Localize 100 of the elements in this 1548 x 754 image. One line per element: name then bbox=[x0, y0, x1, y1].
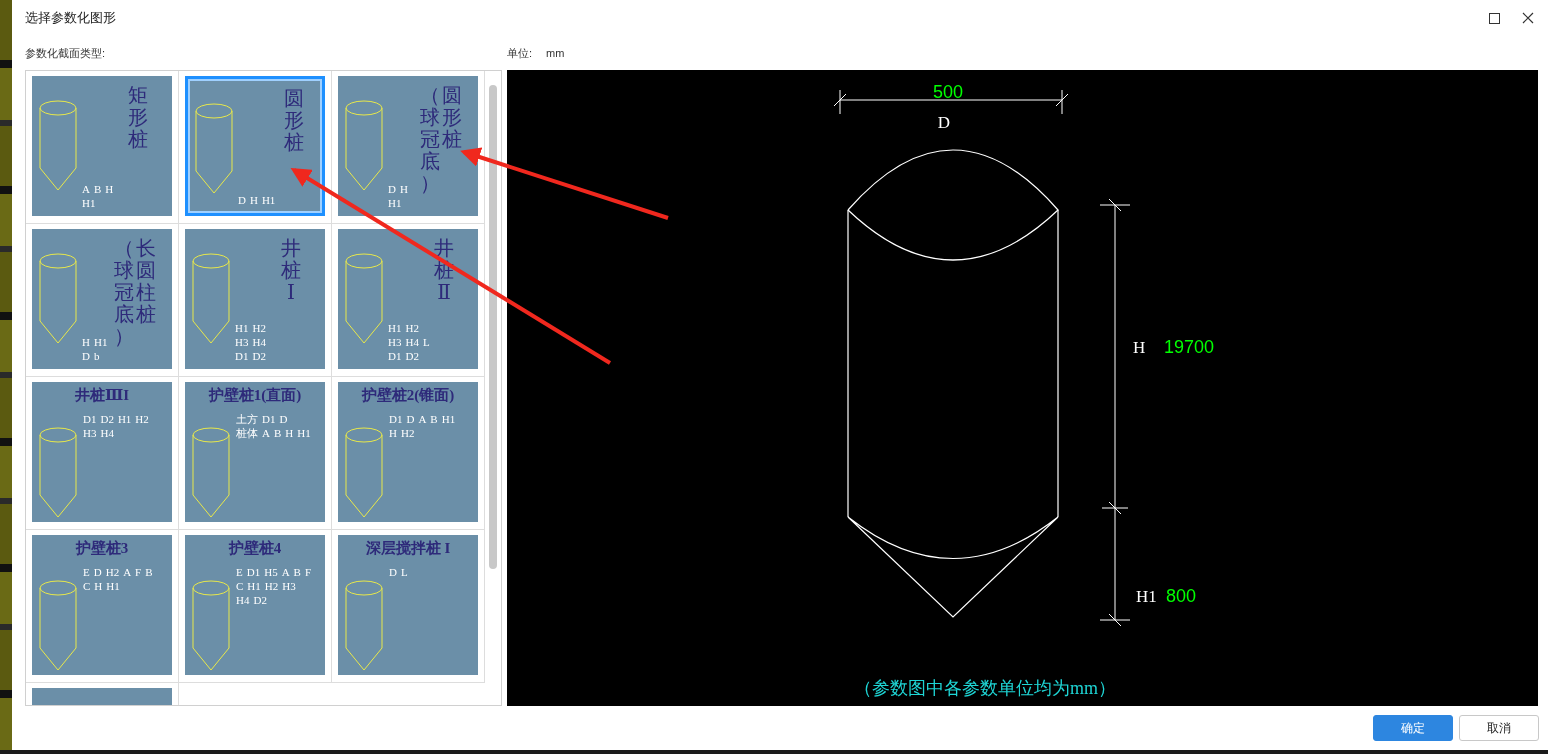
dimension-label: H1 bbox=[235, 322, 249, 335]
dimension-label: D1 bbox=[262, 413, 276, 426]
dimension-label: H4 bbox=[236, 594, 250, 607]
dimension-label: H bbox=[94, 580, 103, 593]
tile-title: 护壁桩1(直面) bbox=[207, 386, 303, 405]
dimension-label: H bbox=[82, 336, 90, 349]
tile-title: 圆形桩 bbox=[284, 87, 304, 153]
dimension-label: H2 bbox=[405, 322, 419, 335]
dimension-label: H4 bbox=[252, 336, 266, 349]
dimension-label: F bbox=[304, 566, 312, 579]
dimension-label: B bbox=[293, 566, 301, 579]
pile-type-tile[interactable]: H H1 D b （球冠底） 长圆柱桩 bbox=[32, 229, 172, 369]
dimension-label: H3 bbox=[235, 336, 249, 349]
pile-type-tile[interactable]: 护壁桩4 E D1 H5 A B F C H1 H2 H3 H4 D2 bbox=[185, 535, 325, 675]
dimension-label: H1 bbox=[106, 580, 120, 593]
dimension-label: B bbox=[273, 427, 282, 440]
width-label: D bbox=[937, 113, 951, 132]
tile-title: 圆形桩 bbox=[442, 84, 462, 150]
pile-type-tile[interactable]: 井桩ⅢI D1 D2 H1 H2 H3 H4 bbox=[32, 382, 172, 522]
confirm-button[interactable]: 确定 bbox=[1373, 715, 1453, 741]
unit-label: 单位: bbox=[507, 45, 533, 61]
dimension-label: D1 bbox=[83, 413, 97, 426]
dimension-label: H bbox=[249, 194, 258, 207]
dimension-label: A bbox=[281, 566, 290, 579]
dimension-label: H bbox=[399, 183, 408, 196]
dimension-label: D bbox=[279, 413, 288, 426]
dimension-label: H1 bbox=[388, 322, 402, 335]
tile-title: 矩形桩 bbox=[128, 84, 148, 150]
pile-type-tile[interactable]: A B H H1 矩形桩 bbox=[32, 76, 172, 216]
dimension-label: D1 bbox=[246, 566, 261, 579]
dimension-label: H1 bbox=[117, 413, 132, 426]
dimension-label: A bbox=[262, 427, 270, 440]
dimension-label: L bbox=[422, 336, 430, 349]
dimension-label: D bbox=[388, 183, 396, 196]
tile-note: （球冠底） bbox=[420, 84, 440, 194]
dimension-label: H3 bbox=[83, 427, 97, 440]
maximize-icon bbox=[1489, 12, 1500, 24]
dimension-label: H3 bbox=[388, 336, 402, 349]
tile-title: 护壁桩4 bbox=[227, 539, 283, 558]
dimension-label: D1 bbox=[389, 413, 403, 426]
dimension-label: E bbox=[83, 566, 90, 579]
dimension-label: D2 bbox=[405, 350, 419, 363]
window-title: 选择参数化图形 bbox=[25, 9, 117, 27]
dimension-label: 土方 bbox=[236, 413, 258, 426]
dimension-label: D2 bbox=[252, 350, 266, 363]
tile-title: 井桩Ⅰ bbox=[281, 237, 301, 303]
tile-title: 长圆柱桩 bbox=[136, 237, 156, 325]
dimension-label: A bbox=[82, 183, 90, 196]
dimension-label: A bbox=[123, 566, 132, 579]
dimension-label: H2 bbox=[105, 566, 120, 579]
cancel-button[interactable]: 取消 bbox=[1459, 715, 1539, 741]
dimension-label: H2 bbox=[135, 413, 149, 426]
dimension-label: H2 bbox=[264, 580, 279, 593]
dimension-label: 桩体 bbox=[236, 427, 258, 440]
close-icon bbox=[1522, 12, 1534, 24]
dimension-label: B bbox=[430, 413, 438, 426]
dimension-label: H1 bbox=[261, 194, 276, 207]
dimension-label: H2 bbox=[252, 322, 266, 335]
dimension-label: H1 bbox=[93, 336, 108, 349]
dimension-label: H3 bbox=[282, 580, 296, 593]
tile-note: （球冠底） bbox=[114, 237, 134, 347]
dimension-label: H1 bbox=[82, 197, 96, 210]
width-value: 500 bbox=[933, 82, 963, 102]
dimension-label: B bbox=[145, 566, 153, 579]
tip-height-label: H1 bbox=[1136, 587, 1157, 606]
dimension-label: D bbox=[406, 413, 415, 426]
pile-type-tile[interactable]: 护壁桩2(锥面) D1 D A B H1 H H2 bbox=[338, 382, 478, 522]
pile-type-tile[interactable]: 护壁桩3 E D H2 A F B C H H1 bbox=[32, 535, 172, 675]
dimension-label: C bbox=[83, 580, 91, 593]
tile-title: 护壁桩2(锥面) bbox=[360, 386, 456, 405]
dimension-label: E bbox=[236, 566, 243, 579]
unit-caption: （参数图中各参数单位均为mm） bbox=[854, 678, 1116, 698]
dimension-label: H1 bbox=[388, 197, 402, 210]
dimension-label: A bbox=[418, 413, 427, 426]
dimension-label: D2 bbox=[253, 594, 267, 607]
dimension-label: H2 bbox=[400, 427, 415, 440]
dimension-label: H1 bbox=[441, 413, 456, 426]
dimension-label: D bbox=[82, 350, 90, 363]
dimension-label: B bbox=[93, 183, 102, 196]
tile-title: 井桩ⅢI bbox=[73, 386, 131, 405]
dimension-label: H bbox=[285, 427, 294, 440]
pile-type-tile[interactable]: H1 H2 H3 H4 D1 D2 井桩Ⅰ bbox=[185, 229, 325, 369]
dimension-label: F bbox=[135, 566, 142, 579]
dimension-label: H1 bbox=[297, 427, 311, 440]
height-value: 19700 bbox=[1164, 337, 1215, 357]
dimension-label: H4 bbox=[100, 427, 114, 440]
pile-type-tile[interactable]: 护壁桩1(直面) 土方 D1 D 桩体 A B H H1 bbox=[185, 382, 325, 522]
dimension-label: H bbox=[105, 183, 114, 196]
pile-type-tile[interactable]: 深层搅拌桩 I D L bbox=[338, 535, 478, 675]
height-label: H bbox=[1133, 338, 1146, 357]
dimension-label: H4 bbox=[405, 336, 419, 349]
scrollbar-thumb[interactable] bbox=[489, 85, 497, 569]
dimension-label: D bbox=[389, 566, 397, 579]
dimension-label: D2 bbox=[100, 413, 114, 426]
pile-type-tile[interactable]: D H H1 （球冠底） 圆形桩 bbox=[338, 76, 478, 216]
tip-height-value: 800 bbox=[1166, 586, 1197, 606]
dimension-label: H5 bbox=[264, 566, 278, 579]
tile-title: 深层搅拌桩 I bbox=[364, 539, 452, 558]
dimension-label: D bbox=[93, 566, 102, 579]
pile-type-tile[interactable]: D H H1 圆形桩 bbox=[185, 76, 325, 216]
